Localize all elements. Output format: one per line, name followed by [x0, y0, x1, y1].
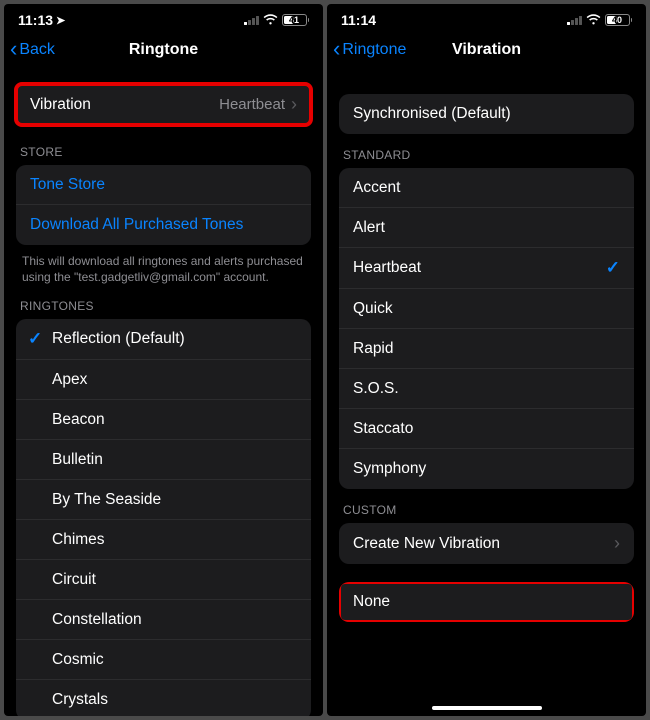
vibration-label: Accent [353, 179, 400, 197]
store-footer: This will download all ringtones and ale… [16, 245, 311, 285]
vibration-value: Heartbeat [219, 96, 285, 113]
ringtone-label: Circuit [50, 571, 96, 589]
store-group: Tone Store Download All Purchased Tones [16, 165, 311, 245]
back-label: Ringtone [342, 41, 406, 59]
custom-header: CUSTOM [339, 489, 634, 523]
ringtone-label: Chimes [50, 531, 105, 549]
back-label: Back [19, 41, 55, 59]
status-bar: 11:14 40 [327, 4, 646, 32]
chevron-right-icon: › [614, 533, 620, 554]
custom-group: Create New Vibration › [339, 523, 634, 564]
ringtone-row[interactable]: Apex [16, 360, 311, 400]
nav-bar: ‹ Back Ringtone [4, 32, 323, 72]
vibration-row[interactable]: Heartbeat ✓ [339, 248, 634, 289]
battery-icon: 40 [605, 14, 633, 26]
tone-store-row[interactable]: Tone Store [16, 165, 311, 205]
status-bar: 11:13 ➤ 41 [4, 4, 323, 32]
ringtones-header: RINGTONES [16, 285, 311, 319]
ringtone-row[interactable]: Constellation [16, 600, 311, 640]
vibration-row[interactable]: S.O.S. [339, 369, 634, 409]
wifi-icon [263, 13, 278, 28]
ringtone-row[interactable]: ✓Reflection (Default) [16, 319, 311, 360]
vibration-label: Staccato [353, 420, 413, 438]
standard-group: Accent Alert Heartbeat ✓ Quick Rapid S.O.S. Sta… [339, 168, 634, 489]
none-row[interactable]: None [339, 582, 634, 622]
synchronised-group: Synchronised (Default) [339, 94, 634, 134]
vibration-row[interactable]: Symphony [339, 449, 634, 489]
signal-icon [567, 16, 582, 25]
vibration-row[interactable]: Staccato [339, 409, 634, 449]
wifi-icon [586, 13, 601, 28]
signal-icon [244, 16, 259, 25]
ringtone-row[interactable]: Chimes [16, 520, 311, 560]
vibration-row[interactable]: Accent [339, 168, 634, 208]
ringtone-label: Bulletin [50, 451, 103, 469]
ringtone-label: By The Seaside [50, 491, 161, 509]
ringtone-row[interactable]: Bulletin [16, 440, 311, 480]
status-time: 11:13 [18, 12, 53, 28]
vibration-label: Alert [353, 219, 385, 237]
ringtones-group: ✓Reflection (Default) Apex Beacon Bulletin B… [16, 319, 311, 716]
vibration-row[interactable]: Rapid [339, 329, 634, 369]
ringtone-row[interactable]: Cosmic [16, 640, 311, 680]
checkmark-icon: ✓ [606, 258, 620, 278]
battery-icon: 41 [282, 14, 310, 26]
ringtone-label: Crystals [50, 691, 108, 709]
vibration-screen: 11:14 40 ‹ Ringtone Vibration Synchronis… [327, 4, 646, 716]
ringtone-row[interactable]: Beacon [16, 400, 311, 440]
synchronised-row[interactable]: Synchronised (Default) [339, 94, 634, 134]
ringtone-row[interactable]: By The Seaside [16, 480, 311, 520]
vibration-label: Vibration [30, 96, 91, 114]
back-button[interactable]: ‹ Ringtone [333, 40, 406, 60]
status-time: 11:14 [341, 12, 376, 28]
ringtone-label: Constellation [50, 611, 142, 629]
back-button[interactable]: ‹ Back [10, 40, 55, 60]
vibration-row[interactable]: Quick [339, 289, 634, 329]
ringtone-label: Apex [50, 371, 87, 389]
vibration-label: Heartbeat [353, 259, 421, 277]
vibration-label: Rapid [353, 340, 394, 358]
vibration-label: S.O.S. [353, 380, 399, 398]
ringtone-row[interactable]: Circuit [16, 560, 311, 600]
chevron-left-icon: ‹ [333, 38, 340, 60]
checkmark-icon: ✓ [28, 329, 50, 349]
location-icon: ➤ [56, 14, 65, 27]
vibration-label: Symphony [353, 460, 426, 478]
store-header: STORE [16, 125, 311, 165]
vibration-label: Quick [353, 300, 393, 318]
none-group: None [339, 582, 634, 622]
vibration-row[interactable]: Vibration Heartbeat › [16, 84, 311, 125]
download-tones-row[interactable]: Download All Purchased Tones [16, 205, 311, 245]
standard-header: STANDARD [339, 134, 634, 168]
ringtone-row[interactable]: Crystals [16, 680, 311, 716]
vibration-row-group: Vibration Heartbeat › [16, 84, 311, 125]
ringtone-screen: 11:13 ➤ 41 ‹ Back Ringtone Vibration [4, 4, 323, 716]
ringtone-label: Beacon [50, 411, 105, 429]
home-indicator [432, 706, 542, 710]
chevron-right-icon: › [291, 94, 297, 115]
chevron-left-icon: ‹ [10, 38, 17, 60]
nav-bar: ‹ Ringtone Vibration [327, 32, 646, 72]
create-vibration-row[interactable]: Create New Vibration › [339, 523, 634, 564]
ringtone-label: Reflection (Default) [50, 330, 185, 348]
vibration-row[interactable]: Alert [339, 208, 634, 248]
ringtone-label: Cosmic [50, 651, 104, 669]
